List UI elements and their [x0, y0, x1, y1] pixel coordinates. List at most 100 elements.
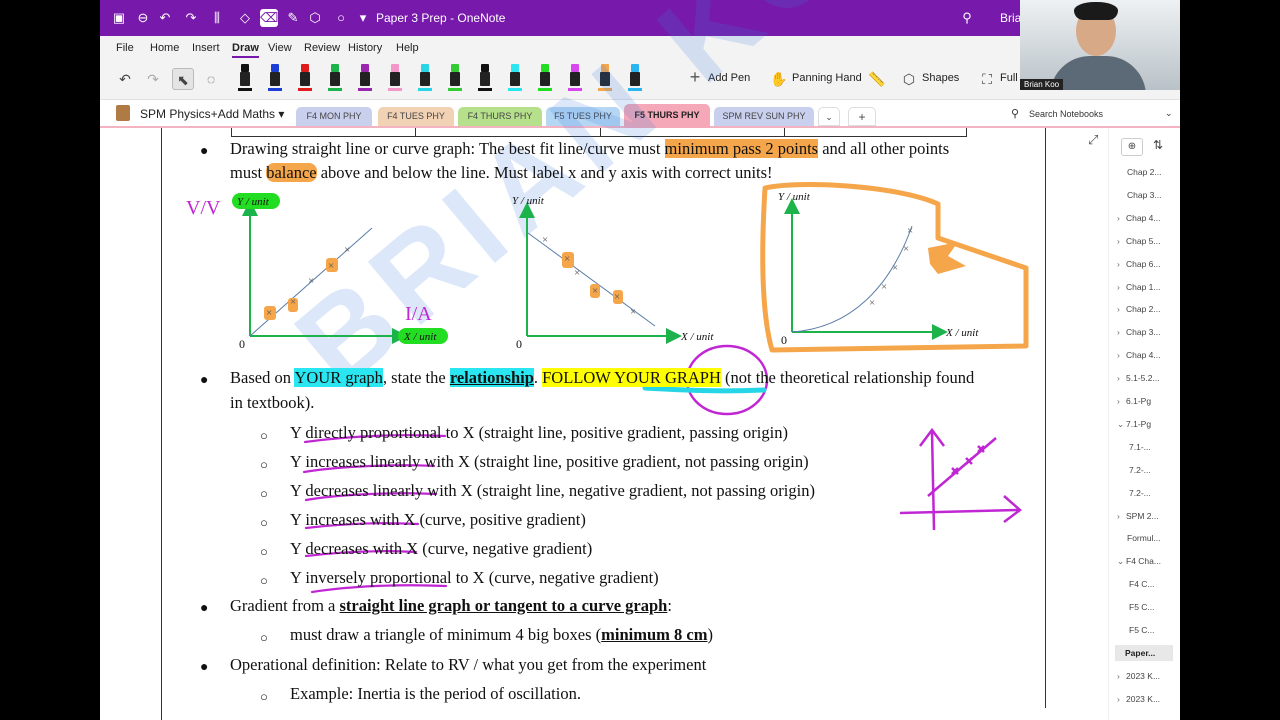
chevron-down-icon[interactable]: ⌄	[1165, 108, 1173, 119]
pen-8[interactable]	[448, 64, 462, 91]
menu-draw[interactable]: Draw	[232, 42, 259, 58]
chevron-icon[interactable]: ›	[1117, 508, 1126, 524]
graph3-x-label: X / unit	[945, 327, 979, 339]
ink-vv: V/V	[186, 197, 221, 219]
shapes-icon[interactable]: ⬡	[306, 9, 324, 27]
chevron-icon[interactable]: ›	[1117, 324, 1126, 340]
page-item[interactable]: › Chap 5...	[1117, 233, 1161, 249]
page-item[interactable]: F5 C...	[1129, 599, 1155, 615]
chevron-icon[interactable]: ›	[1117, 210, 1126, 226]
pen-10[interactable]	[508, 64, 522, 91]
select-tool-icon[interactable]: ⬉	[172, 68, 194, 90]
page-item[interactable]: Paper...	[1115, 644, 1173, 661]
sub-bullet-circle: ○	[260, 457, 268, 472]
expand-icon[interactable]: ⤢	[1088, 132, 1098, 148]
chevron-icon[interactable]: ⌄	[1117, 553, 1126, 569]
page-item[interactable]: › Chap 4...	[1117, 347, 1161, 363]
chevron-icon[interactable]: ›	[1117, 393, 1126, 409]
page-item[interactable]: ⌄ F4 Cha...	[1117, 553, 1161, 569]
undo-icon[interactable]: ↶	[114, 68, 136, 90]
pens-icon[interactable]: ⫼	[208, 9, 226, 27]
sort-icon[interactable]: ⇅	[1153, 138, 1163, 152]
chevron-icon[interactable]: ›	[1117, 668, 1126, 684]
more-icon[interactable]: ▾	[354, 9, 372, 27]
add-page-icon[interactable]: ⊕	[1121, 138, 1143, 156]
webcam-name-label: Brian Koo	[1020, 79, 1064, 90]
lasso-select-icon[interactable]: ◌	[200, 68, 222, 90]
page-item[interactable]: 7.1-...	[1129, 439, 1151, 455]
page-item[interactable]: F4 C...	[1129, 576, 1155, 592]
lasso-icon[interactable]: ◇	[236, 9, 254, 27]
menu-history[interactable]: History	[348, 42, 382, 54]
section-tab[interactable]: F4 MON PHY	[296, 107, 372, 126]
pen-6[interactable]	[388, 64, 402, 91]
pen-3[interactable]	[298, 64, 312, 91]
panning-hand-icon[interactable]: ✋	[768, 68, 790, 90]
page-item[interactable]: ⌄ 7.1-Pg	[1117, 416, 1151, 432]
page-item[interactable]: › Chap 1...	[1117, 279, 1161, 295]
bullet4-line: Operational definition: Relate to RV / w…	[230, 655, 707, 674]
menu-file[interactable]: File	[116, 42, 134, 54]
page-item[interactable]: 7.2-...	[1129, 462, 1151, 478]
pen-7[interactable]	[418, 64, 432, 91]
section-tab[interactable]: SPM REV SUN PHY	[714, 107, 814, 126]
relationship-item: Y decreases linearly with X (straight li…	[290, 481, 815, 500]
chevron-icon[interactable]: ›	[1117, 256, 1126, 272]
shapes-label[interactable]: Shapes	[922, 72, 959, 84]
menu-insert[interactable]: Insert	[192, 42, 220, 54]
undo-icon[interactable]: ↶	[156, 9, 174, 27]
ruler-icon[interactable]: 📏	[866, 68, 888, 90]
zoom-icon[interactable]: ○	[332, 9, 350, 27]
menu-help[interactable]: Help	[396, 42, 419, 54]
chevron-icon[interactable]: ›	[1117, 370, 1126, 386]
add-section-button[interactable]: +	[848, 107, 876, 126]
pen-1[interactable]	[238, 64, 252, 91]
section-tab[interactable]: F4 TUES PHY	[378, 107, 454, 126]
tabs-dropdown-icon[interactable]: ⌄	[818, 107, 840, 126]
redo-icon[interactable]: ↷	[182, 9, 200, 27]
chevron-icon[interactable]: ⌄	[1117, 416, 1126, 432]
chevron-icon[interactable]: ›	[1117, 347, 1126, 363]
page-item-label: Chap 4...	[1126, 212, 1161, 223]
page-item[interactable]: 7.2-...	[1129, 485, 1151, 501]
chevron-icon[interactable]: ›	[1117, 301, 1126, 317]
chevron-icon[interactable]: ›	[1117, 691, 1126, 707]
chevron-icon[interactable]: ›	[1117, 233, 1126, 249]
page-item[interactable]: Formul...	[1127, 530, 1161, 546]
page-item[interactable]: › Chap 2...	[1117, 301, 1161, 317]
pen-5[interactable]	[358, 64, 372, 91]
page-item[interactable]: › SPM 2...	[1117, 508, 1159, 524]
search-icon[interactable]: ⚲	[958, 9, 976, 27]
page-item[interactable]: › Chap 3...	[1117, 324, 1161, 340]
highlighter-icon[interactable]: ✎	[284, 9, 302, 27]
menu-review[interactable]: Review	[304, 42, 340, 54]
pen-4[interactable]	[328, 64, 342, 91]
page-item[interactable]: › 6.1-Pg	[1117, 393, 1151, 409]
chevron-icon[interactable]: ›	[1117, 279, 1126, 295]
shapes-icon[interactable]: ⬡	[898, 68, 920, 90]
redo-icon[interactable]: ↷	[142, 68, 164, 90]
search-notebooks[interactable]: ⚲ Search Notebooks ⌄	[1005, 104, 1175, 124]
pen-2[interactable]	[268, 64, 282, 91]
graph-3-curve-increasing: × × × × × Y / unit 0 X / unit	[760, 182, 1029, 353]
panning-hand-label[interactable]: Panning Hand	[792, 72, 862, 84]
back-icon[interactable]: ⊖	[134, 9, 152, 27]
page-item[interactable]: › 2023 K...	[1117, 691, 1160, 707]
pen-9[interactable]	[478, 64, 492, 91]
onenote-window: ▣ ⊖ ↶ ↷ ⫼ ◇ ⌫ ✎ ⬡ ○ ▾ Paper 3 Prep - One…	[100, 0, 1180, 720]
menu-view[interactable]: View	[268, 42, 292, 54]
svg-text:×: ×	[328, 260, 334, 272]
page-item[interactable]: › 5.1-5.2...	[1117, 370, 1160, 386]
page-canvas[interactable]: BRIAN KOO ● Drawing straight line or cur…	[100, 0, 1108, 720]
page-item[interactable]: › Chap 4...	[1117, 210, 1161, 226]
page-item[interactable]: › Chap 6...	[1117, 256, 1161, 272]
page-item[interactable]: F5 C...	[1129, 622, 1155, 638]
page-item[interactable]: Chap 2...	[1127, 164, 1162, 180]
page-item[interactable]: Chap 3...	[1127, 187, 1162, 203]
full-page-label[interactable]: Full	[1000, 72, 1018, 84]
notebook-selector[interactable]: SPM Physics+Add Maths ▾	[140, 107, 284, 121]
menu-home[interactable]: Home	[150, 42, 179, 54]
eraser-icon[interactable]: ⌫	[260, 9, 278, 27]
full-page-icon[interactable]: ⛶	[976, 68, 998, 90]
page-item[interactable]: › 2023 K...	[1117, 668, 1160, 684]
